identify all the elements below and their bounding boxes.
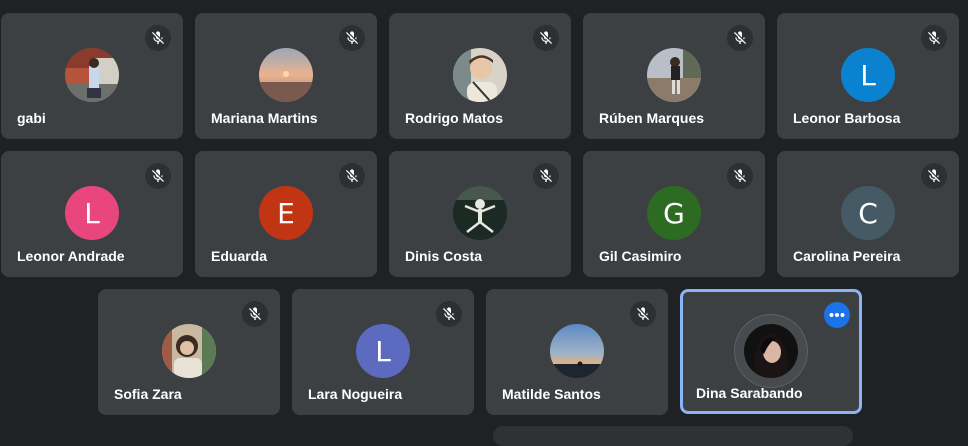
participant-name: Dina Sarabando — [696, 385, 803, 401]
mic-off-icon — [436, 301, 462, 327]
mic-off-icon — [339, 163, 365, 189]
participant-tile[interactable]: E Eduarda — [195, 151, 377, 277]
mic-off-icon — [339, 25, 365, 51]
participant-tile[interactable]: Rodrigo Matos — [389, 13, 571, 139]
participant-tile[interactable]: Mariana Martins — [195, 13, 377, 139]
participant-tile[interactable]: L Leonor Barbosa — [777, 13, 959, 139]
participant-avatar-initial: L — [356, 324, 410, 378]
participant-tile[interactable]: Dinis Costa — [389, 151, 571, 277]
participant-name: Lara Nogueira — [308, 386, 403, 402]
participant-name: Rúben Marques — [599, 110, 705, 126]
mic-off-icon — [145, 25, 171, 51]
participant-name: Dinis Costa — [405, 248, 483, 264]
participant-name: Sofia Zara — [114, 386, 182, 402]
participant-avatar-initial: L — [841, 48, 895, 102]
participant-tile[interactable]: Rúben Marques — [583, 13, 765, 139]
mic-off-icon — [533, 163, 559, 189]
participant-tile[interactable]: Matilde Santos — [486, 289, 668, 415]
mic-off-icon — [921, 163, 947, 189]
participant-avatar-photo — [65, 48, 119, 102]
participant-name: Gil Casimiro — [599, 248, 682, 264]
participant-name: Leonor Barbosa — [793, 110, 901, 126]
mic-off-icon — [921, 25, 947, 51]
mic-off-icon — [145, 163, 171, 189]
mic-off-icon — [242, 301, 268, 327]
participant-name: Leonor Andrade — [17, 248, 125, 264]
participant-avatar-photo — [259, 48, 313, 102]
participant-avatar-photo — [744, 324, 798, 378]
bottom-toolbar-edge — [493, 426, 853, 446]
participant-avatar-photo — [453, 186, 507, 240]
participant-tile[interactable]: Sofia Zara — [98, 289, 280, 415]
participant-avatar-photo — [647, 48, 701, 102]
participant-avatar-initial: C — [841, 186, 895, 240]
participant-name: gabi — [17, 110, 46, 126]
participant-tile[interactable]: gabi — [1, 13, 183, 139]
participant-tile[interactable]: L Leonor Andrade — [1, 151, 183, 277]
mic-off-icon — [727, 163, 753, 189]
participant-name: Matilde Santos — [502, 386, 601, 402]
participant-avatar-initial: E — [259, 186, 313, 240]
participant-avatar-photo — [162, 324, 216, 378]
mic-off-icon — [533, 25, 559, 51]
participant-tile[interactable]: L Lara Nogueira — [292, 289, 474, 415]
mic-off-icon — [630, 301, 656, 327]
mic-off-icon — [727, 25, 753, 51]
participant-name: Rodrigo Matos — [405, 110, 503, 126]
participant-name: Carolina Pereira — [793, 248, 901, 264]
participant-avatar-photo — [453, 48, 507, 102]
participant-avatar-initial: L — [65, 186, 119, 240]
more-options-icon[interactable] — [824, 302, 850, 328]
participant-tile[interactable]: C Carolina Pereira — [777, 151, 959, 277]
participant-avatar-photo — [550, 324, 604, 378]
participant-tile[interactable]: G Gil Casimiro — [583, 151, 765, 277]
participant-name: Eduarda — [211, 248, 268, 264]
participant-tile-active-speaker[interactable]: Dina Sarabando — [680, 289, 862, 414]
participant-name: Mariana Martins — [211, 110, 318, 126]
participant-avatar-initial: G — [647, 186, 701, 240]
